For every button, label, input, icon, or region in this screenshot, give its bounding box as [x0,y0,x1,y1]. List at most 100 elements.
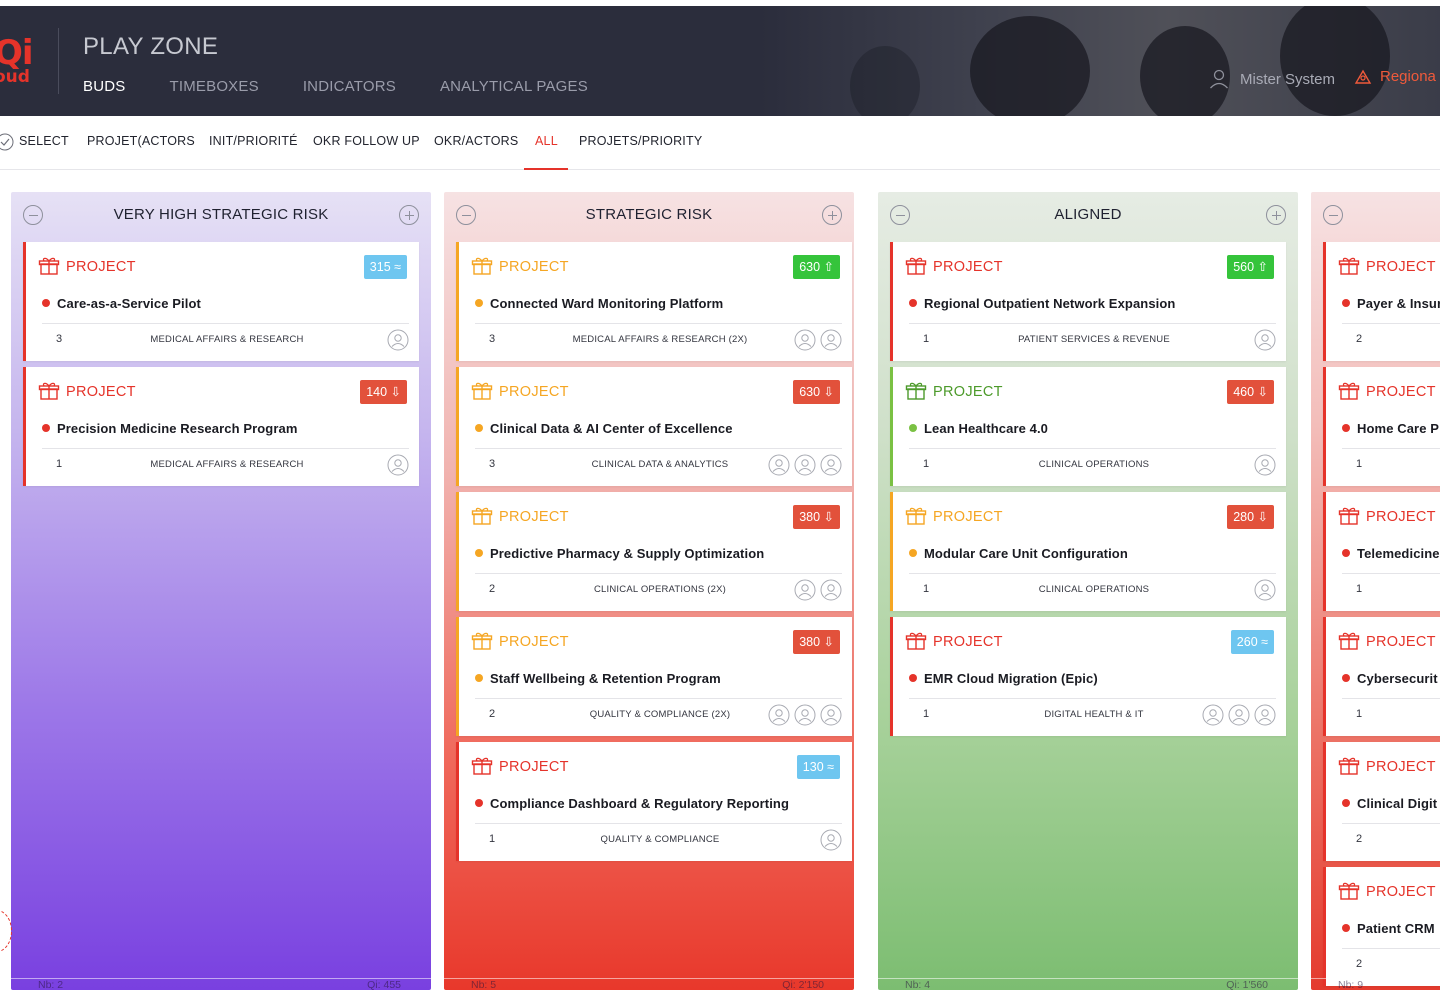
card-title[interactable]: EMR Cloud Migration (Epic) [909,671,1098,686]
qi-score-badge[interactable]: 560 ⇧ [1227,255,1274,279]
region-selector[interactable]: Regiona [1354,68,1436,85]
qi-score-badge[interactable]: 130 ≈ [796,755,840,779]
person-circle-icon[interactable] [1228,704,1250,726]
assignee-avatars [1254,329,1276,351]
project-card[interactable]: PROJECT Clinical Digit 2 [1323,742,1440,861]
qi-score-badge[interactable]: 140 ⇩ [360,380,407,404]
nav-buds[interactable]: BUDS [83,78,125,95]
qi-score-badge[interactable]: 260 ≈ [1230,630,1274,654]
tab-okr-actors[interactable]: OKR/ACTORS [434,134,518,148]
person-circle-icon[interactable] [1202,704,1224,726]
qi-score-badge[interactable]: 630 ⇧ [793,255,840,279]
nav-timeboxes[interactable]: TIMEBOXES [169,78,258,95]
project-card[interactable]: PROJECT Patient CRM 2 [1323,867,1440,986]
qi-score-badge[interactable]: 380 ⇩ [793,630,840,654]
project-card[interactable]: PROJECT 140 ⇩ Precision Medicine Research … [23,367,419,486]
card-title[interactable]: Cybersecurit [1342,671,1438,686]
card-title[interactable]: Staff Wellbeing & Retention Program [475,671,721,686]
project-card[interactable]: PROJECT 280 ⇩ Modular Care Unit Configurat… [890,492,1286,611]
check-circle-icon[interactable] [0,133,14,151]
card-divider [1342,823,1440,824]
person-circle-icon[interactable] [768,704,790,726]
person-circle-icon[interactable] [1254,454,1276,476]
person-circle-icon[interactable] [794,329,816,351]
person-circle-icon[interactable] [794,579,816,601]
nav-analytical-pages[interactable]: ANALYTICAL PAGES [440,78,588,95]
project-card[interactable]: PROJECT 630 ⇧ Connected Ward Monitoring Pl… [456,242,852,361]
qi-score-badge[interactable]: 630 ⇩ [793,380,840,404]
card-title[interactable]: Regional Outpatient Network Expansion [909,296,1175,311]
project-card[interactable]: PROJECT 380 ⇩ Predictive Pharmacy & Supply… [456,492,852,611]
user-menu[interactable]: Mister System [1208,68,1335,90]
collapse-column-button[interactable] [1323,205,1343,225]
project-card[interactable]: PROJECT 630 ⇩ Clinical Data & AI Center of… [456,367,852,486]
tab-init-priorite[interactable]: INIT/PRIORITÉ [209,134,298,148]
region-label: Regiona [1380,68,1436,85]
app-logo[interactable]: Qi oud [0,36,34,92]
person-circle-icon[interactable] [768,454,790,476]
project-card[interactable]: PROJECT 380 ⇩ Staff Wellbeing & Retention … [456,617,852,736]
add-card-button[interactable] [399,205,419,225]
card-title-text: Clinical Digit [1357,796,1438,811]
card-title[interactable]: Clinical Data & AI Center of Excellence [475,421,733,436]
card-divider [909,448,1276,449]
project-card[interactable]: PROJECT 560 ⇧ Regional Outpatient Network … [890,242,1286,361]
person-circle-icon[interactable] [820,454,842,476]
tab-okr-follow-up[interactable]: OKR FOLLOW UP [313,134,420,148]
person-circle-icon[interactable] [387,454,409,476]
person-circle-icon[interactable] [1254,329,1276,351]
card-department: CLINICAL OPERATIONS [1038,459,1150,470]
project-card[interactable]: PROJECT Payer & Insur 2 [1323,242,1440,361]
project-card[interactable]: PROJECT Telemedicine 1 [1323,492,1440,611]
card-type-label: PROJECT [499,634,569,650]
qi-score-badge[interactable]: 460 ⇩ [1227,380,1274,404]
card-title[interactable]: Predictive Pharmacy & Supply Optimizatio… [475,546,764,561]
add-card-button[interactable] [1266,205,1286,225]
card-title-text: Cybersecurit [1357,671,1438,686]
card-title[interactable]: Precision Medicine Research Program [42,421,297,436]
card-count: 1 [489,833,496,845]
tab-projet-actors[interactable]: PROJET(ACTORS [87,134,195,148]
column-count: Nb: 2 [38,979,64,990]
column-header: ALIGNED [878,192,1298,238]
card-title[interactable]: Clinical Digit [1342,796,1437,811]
project-card[interactable]: PROJECT 460 ⇩ Lean Healthcare 4.0 1 CLINICAL… [890,367,1286,486]
tab-all[interactable]: ALL [535,134,558,148]
tab-projets-priority[interactable]: PROJETS/PRIORITY [579,134,702,148]
person-circle-icon[interactable] [820,704,842,726]
main-nav: BUDS TIMEBOXES INDICATORS ANALYTICAL PAG… [83,78,632,95]
tab-select[interactable]: SELECT [19,134,69,148]
card-department: PATIENT SERVICES & REVENUE [1018,334,1170,345]
project-card[interactable]: PROJECT 130 ≈ Compliance Dashboard & Regul… [456,742,852,861]
qi-score-badge[interactable]: 380 ⇩ [793,505,840,529]
app-header: Qi oud PLAY ZONE BUDS TIMEBOXES INDICATO… [0,6,1440,116]
qi-score-badge[interactable]: 315 ≈ [363,255,407,279]
add-card-button[interactable] [822,205,842,225]
project-card[interactable]: PROJECT 260 ≈ EMR Cloud Migration (Epic) 1 D… [890,617,1286,736]
column-qi-total: Qi: 1'560 [1226,979,1268,990]
card-title[interactable]: Modular Care Unit Configuration [909,546,1128,561]
person-circle-icon[interactable] [820,329,842,351]
person-circle-icon[interactable] [1254,579,1276,601]
person-circle-icon[interactable] [820,579,842,601]
card-title[interactable]: Patient CRM [1342,921,1435,936]
project-card[interactable]: PROJECT 315 ≈ Care-as-a-Service Pilot 3 MEDI… [23,242,419,361]
person-circle-icon[interactable] [794,454,816,476]
card-title[interactable]: Connected Ward Monitoring Platform [475,296,723,311]
person-circle-icon[interactable] [387,329,409,351]
card-title[interactable]: Care-as-a-Service Pilot [42,296,201,311]
active-tab-indicator [524,168,568,170]
nav-indicators[interactable]: INDICATORS [303,78,396,95]
person-circle-icon[interactable] [820,829,842,851]
card-title[interactable]: Lean Healthcare 4.0 [909,421,1048,436]
person-circle-icon[interactable] [794,704,816,726]
project-card[interactable]: PROJECT Home Care P 1 [1323,367,1440,486]
project-card[interactable]: PROJECT Cybersecurit 1 [1323,617,1440,736]
card-title[interactable]: Compliance Dashboard & Regulatory Report… [475,796,789,811]
card-title[interactable]: Home Care P [1342,421,1439,436]
card-divider [1342,323,1440,324]
person-circle-icon[interactable] [1254,704,1276,726]
card-title[interactable]: Telemedicine [1342,546,1440,561]
card-title[interactable]: Payer & Insur [1342,296,1440,311]
qi-score-badge[interactable]: 280 ⇩ [1227,505,1274,529]
